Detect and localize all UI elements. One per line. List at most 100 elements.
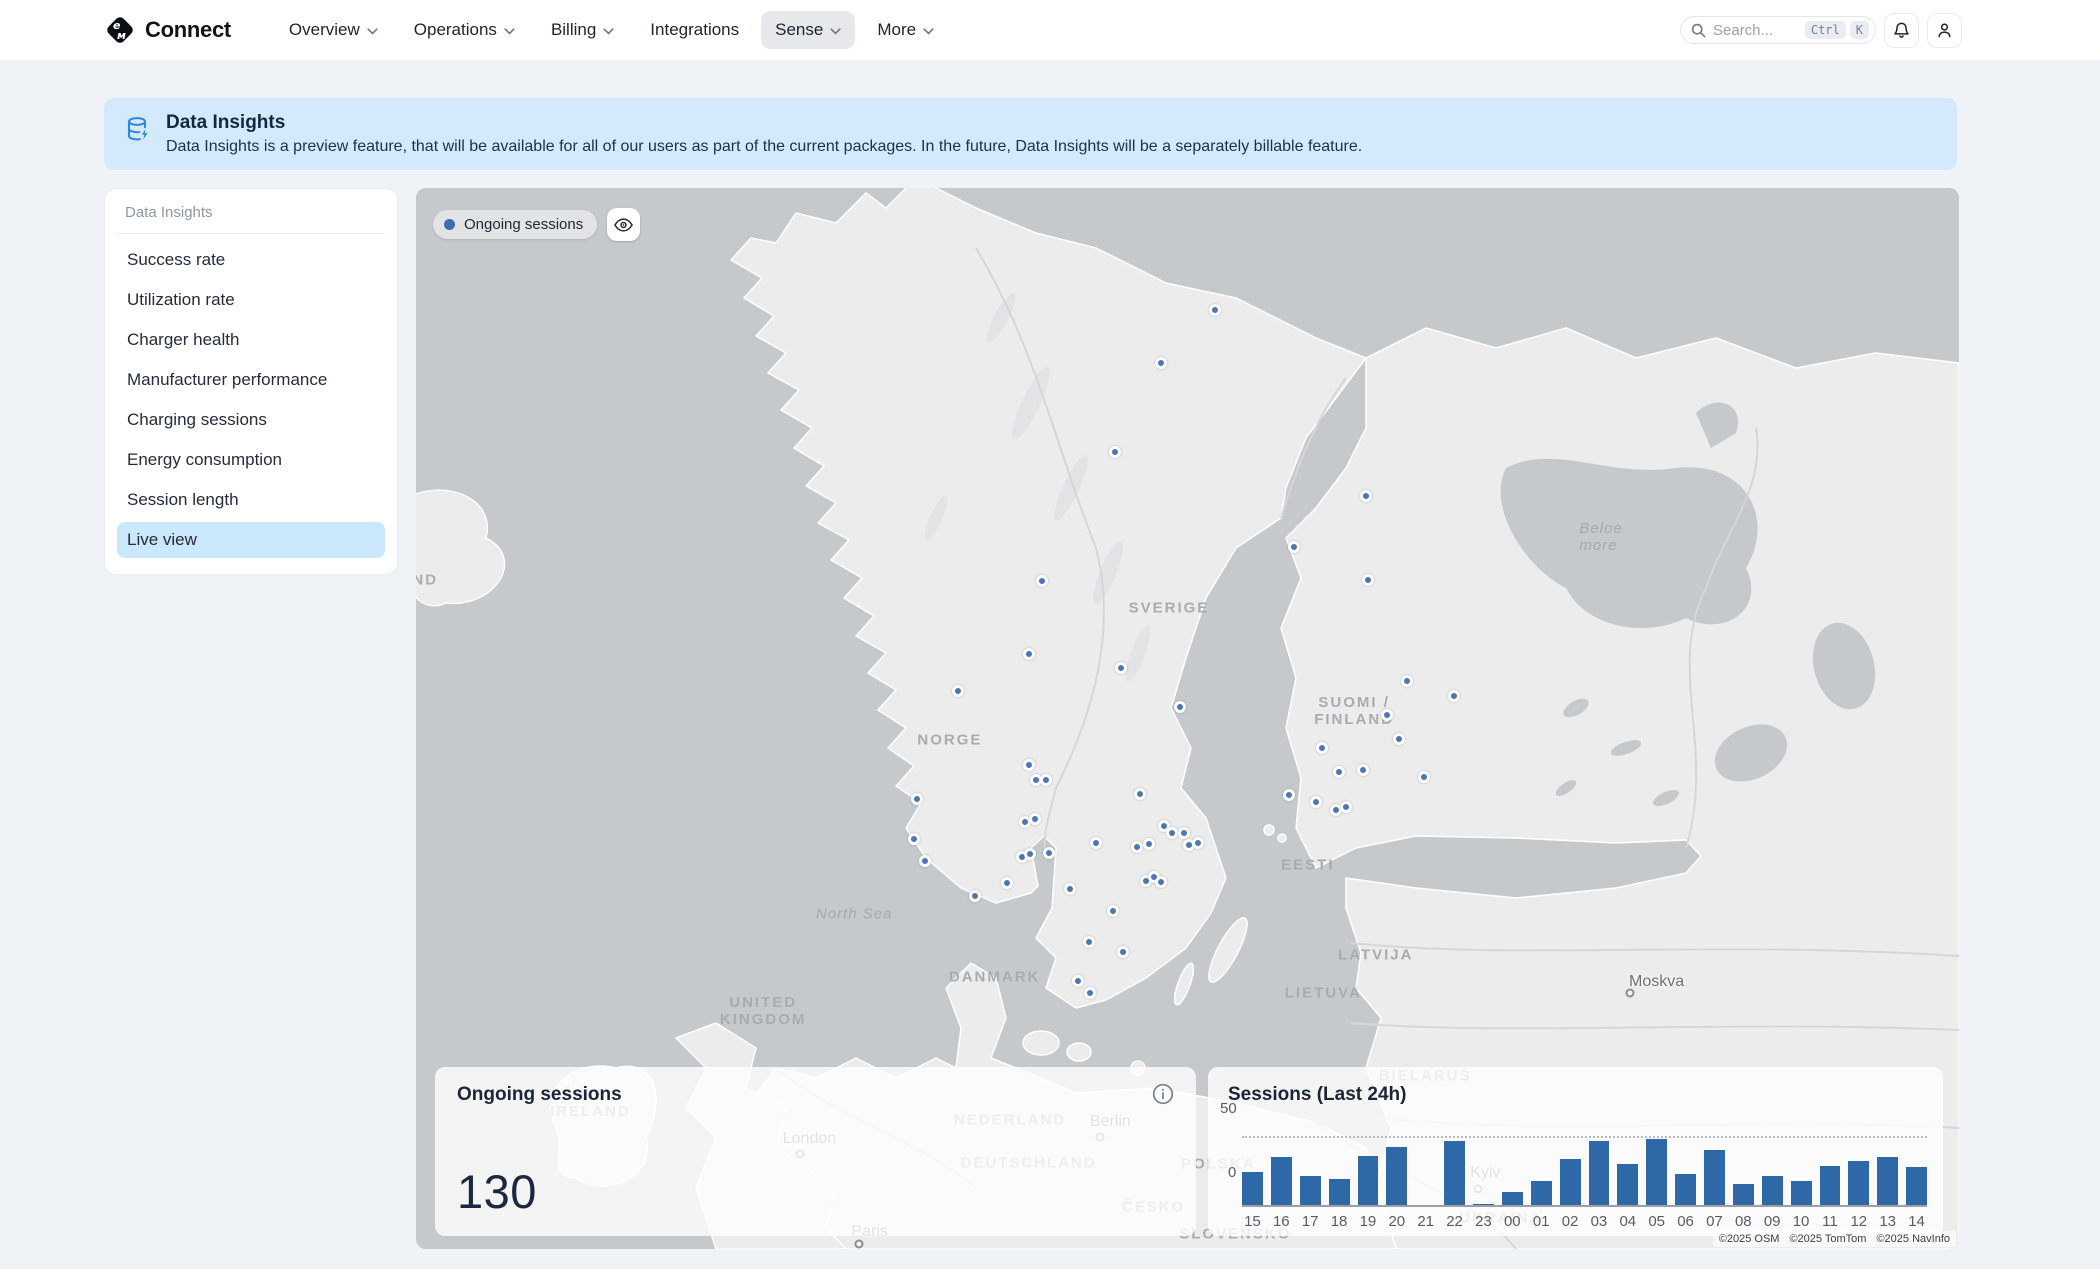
ongoing-session-dot[interactable] — [911, 793, 923, 805]
ongoing-session-dot[interactable] — [1155, 357, 1167, 369]
ongoing-session-dot[interactable] — [1381, 709, 1393, 721]
x-tick-17: 17 — [1300, 1213, 1321, 1230]
bar-19[interactable] — [1358, 1156, 1379, 1206]
bar-15[interactable] — [1242, 1172, 1263, 1206]
bar-12[interactable] — [1848, 1161, 1869, 1206]
bar-14[interactable] — [1906, 1167, 1927, 1206]
ongoing-session-dot[interactable] — [1362, 574, 1374, 586]
bar-00[interactable] — [1502, 1192, 1523, 1206]
ongoing-session-dot[interactable] — [1316, 742, 1328, 754]
ongoing-session-dot[interactable] — [908, 833, 920, 845]
ongoing-session-dot[interactable] — [1023, 648, 1035, 660]
ongoing-session-dot[interactable] — [1001, 877, 1013, 889]
ongoing-session-dot[interactable] — [1178, 827, 1190, 839]
nav-item-sense[interactable]: Sense — [761, 11, 855, 49]
bar-13[interactable] — [1877, 1157, 1898, 1206]
ongoing-session-dot[interactable] — [1036, 575, 1048, 587]
live-view-map[interactable]: SVERIGENORGESUOMI / FINLANDEESTILATVIJAL… — [416, 188, 1959, 1249]
kbd-ctrl: Ctrl — [1805, 21, 1846, 39]
bar-20[interactable] — [1386, 1147, 1407, 1206]
ongoing-session-dot[interactable] — [1109, 446, 1121, 458]
bar-18[interactable] — [1329, 1179, 1350, 1207]
ongoing-session-dot[interactable] — [919, 855, 931, 867]
info-icon[interactable] — [1152, 1083, 1174, 1110]
sessions-chart-card: Sessions (Last 24h) 50 0 151617181920212… — [1208, 1067, 1943, 1236]
nav-item-overview[interactable]: Overview — [275, 11, 392, 49]
sidebar-item-charger-health[interactable]: Charger health — [117, 322, 385, 358]
bar-10[interactable] — [1791, 1181, 1812, 1206]
ongoing-sessions-chip[interactable]: Ongoing sessions — [433, 210, 597, 239]
ongoing-session-dot[interactable] — [1448, 690, 1460, 702]
user-icon — [1935, 21, 1954, 40]
sidebar-item-success-rate[interactable]: Success rate — [117, 242, 385, 278]
bar-07[interactable] — [1704, 1150, 1725, 1206]
bar-09[interactable] — [1762, 1176, 1783, 1206]
search-box[interactable]: CtrlK — [1680, 16, 1876, 44]
nav-item-operations[interactable]: Operations — [400, 11, 529, 49]
bar-17[interactable] — [1300, 1176, 1321, 1206]
ongoing-session-dot[interactable] — [1360, 490, 1372, 502]
account-button[interactable] — [1927, 13, 1962, 48]
ongoing-session-dot[interactable] — [1064, 883, 1076, 895]
kbd-k: K — [1850, 21, 1869, 39]
ongoing-session-dot[interactable] — [1288, 541, 1300, 553]
ongoing-session-dot[interactable] — [1357, 764, 1369, 776]
nav-item-billing[interactable]: Billing — [537, 11, 628, 49]
ongoing-session-dot[interactable] — [952, 685, 964, 697]
ongoing-session-dot[interactable] — [1209, 304, 1221, 316]
ongoing-session-dot[interactable] — [1393, 733, 1405, 745]
sidebar-item-session-length[interactable]: Session length — [117, 482, 385, 518]
ongoing-session-dot[interactable] — [1117, 946, 1129, 958]
ongoing-session-dot[interactable] — [1418, 771, 1430, 783]
notifications-button[interactable] — [1884, 13, 1919, 48]
ongoing-session-dot[interactable] — [1107, 905, 1119, 917]
bar-02[interactable] — [1560, 1159, 1581, 1207]
ongoing-session-dot[interactable] — [1090, 837, 1102, 849]
bar-03[interactable] — [1589, 1141, 1610, 1206]
ongoing-session-dot[interactable] — [1333, 766, 1345, 778]
ongoing-session-dot[interactable] — [1340, 801, 1352, 813]
bar-08[interactable] — [1733, 1184, 1754, 1207]
x-tick-09: 09 — [1762, 1213, 1783, 1230]
ongoing-session-dot[interactable] — [1310, 796, 1322, 808]
ongoing-session-dot[interactable] — [1166, 827, 1178, 839]
bar-22[interactable] — [1444, 1141, 1465, 1206]
ongoing-session-dot[interactable] — [1023, 759, 1035, 771]
ongoing-session-dot[interactable] — [1174, 701, 1186, 713]
ongoing-session-dot[interactable] — [1155, 876, 1167, 888]
ongoing-session-dot[interactable] — [1072, 975, 1084, 987]
connect-logo-icon: e м — [104, 14, 136, 46]
ongoing-session-dot[interactable] — [1043, 847, 1055, 859]
ongoing-session-dot[interactable] — [1131, 841, 1143, 853]
bar-16[interactable] — [1271, 1157, 1292, 1206]
bar-11[interactable] — [1820, 1166, 1841, 1206]
sidebar-item-live-view[interactable]: Live view — [117, 522, 385, 558]
ongoing-session-dot[interactable] — [1401, 675, 1413, 687]
sidebar-item-manufacturer-performance[interactable]: Manufacturer performance — [117, 362, 385, 398]
ongoing-session-dot[interactable] — [1040, 774, 1052, 786]
bar-01[interactable] — [1531, 1181, 1552, 1206]
sidebar-item-charging-sessions[interactable]: Charging sessions — [117, 402, 385, 438]
ongoing-session-dot[interactable] — [969, 890, 981, 902]
ongoing-session-dot[interactable] — [1283, 789, 1295, 801]
ongoing-session-dot[interactable] — [1024, 848, 1036, 860]
brand[interactable]: e м Connect — [104, 14, 231, 46]
ongoing-session-dot[interactable] — [1083, 936, 1095, 948]
ongoing-session-dot[interactable] — [1115, 662, 1127, 674]
bar-05[interactable] — [1646, 1139, 1667, 1207]
bell-icon — [1892, 21, 1911, 40]
bar-06[interactable] — [1675, 1174, 1696, 1207]
ongoing-session-dot[interactable] — [1029, 813, 1041, 825]
nav-item-integrations[interactable]: Integrations — [636, 11, 753, 49]
sidebar-item-utilization-rate[interactable]: Utilization rate — [117, 282, 385, 318]
ongoing-session-dot[interactable] — [1192, 837, 1204, 849]
sidebar-item-energy-consumption[interactable]: Energy consumption — [117, 442, 385, 478]
y-axis-tick-0: 0 — [1228, 1164, 1236, 1181]
search-input[interactable] — [1713, 22, 1801, 39]
bar-04[interactable] — [1617, 1164, 1638, 1207]
ongoing-session-dot[interactable] — [1134, 788, 1146, 800]
toggle-visibility-button[interactable] — [607, 208, 640, 241]
ongoing-session-dot[interactable] — [1143, 838, 1155, 850]
ongoing-session-dot[interactable] — [1084, 987, 1096, 999]
nav-item-more[interactable]: More — [863, 11, 948, 49]
